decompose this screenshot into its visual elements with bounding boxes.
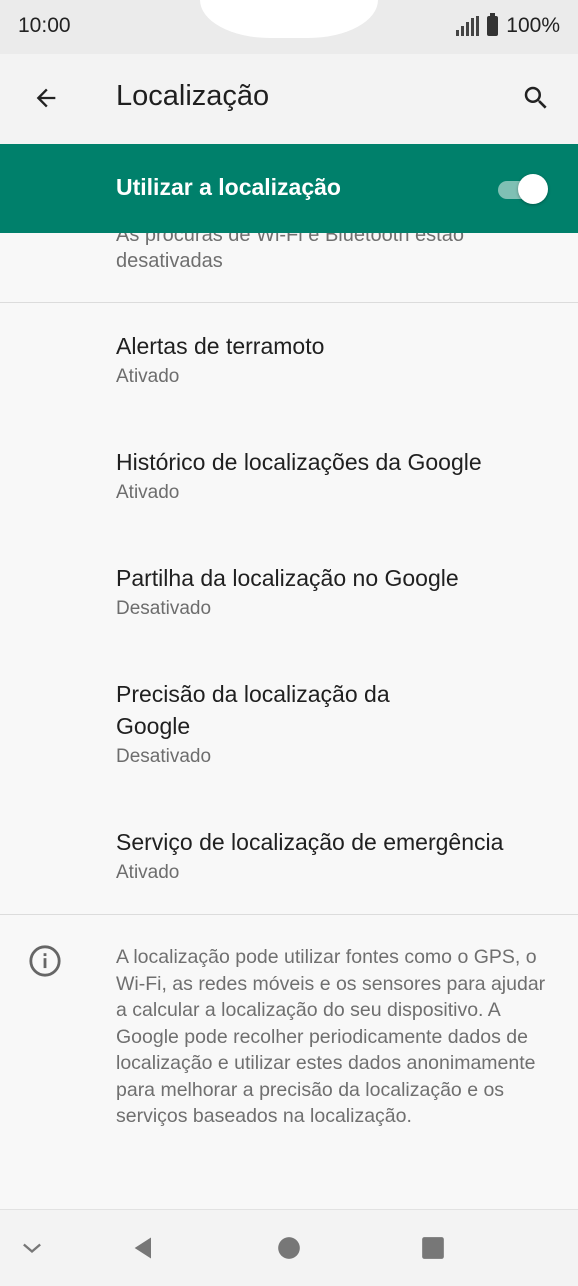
app-bar: Localização bbox=[0, 54, 578, 144]
list-item-emergency-location-service[interactable]: Serviço de localização de emergência Ati… bbox=[116, 826, 566, 886]
page-title: Localização bbox=[116, 80, 270, 112]
list-item-title: Partilha da localização no Google bbox=[116, 565, 459, 591]
list-item-subtitle: Ativado bbox=[116, 862, 180, 883]
list-item-google-location-sharing[interactable]: Partilha da localização no Google Desati… bbox=[116, 562, 556, 622]
list-item-subtitle: Desativado bbox=[116, 598, 212, 619]
list-item-title: Precisão da localização da Google bbox=[116, 681, 390, 739]
location-info-text: A localização pode utilizar fontes como … bbox=[116, 946, 546, 1127]
list-item-title: Serviço de localização de emergência bbox=[116, 829, 504, 855]
info-icon bbox=[29, 945, 61, 977]
arrow-left-icon bbox=[36, 88, 56, 108]
list-item-subtitle: Ativado bbox=[116, 366, 180, 387]
battery-level: 100% bbox=[506, 14, 560, 37]
list-item-title: Histórico de localizações da Google bbox=[116, 449, 482, 475]
back-button[interactable] bbox=[26, 78, 66, 118]
camera-notch bbox=[200, 0, 378, 38]
battery-icon bbox=[487, 13, 499, 36]
list-item-earthquake-alerts[interactable]: Alertas de terramoto Ativado bbox=[116, 330, 556, 390]
nav-collapse-button[interactable] bbox=[12, 1228, 52, 1268]
section-divider bbox=[0, 914, 578, 915]
list-item-title: Alertas de terramoto bbox=[116, 333, 325, 359]
status-time: 10:00 bbox=[18, 14, 71, 37]
square-recents-icon bbox=[422, 1237, 444, 1259]
search-icon bbox=[524, 86, 547, 109]
use-location-label: Utilizar a localização bbox=[116, 174, 341, 200]
list-item-subtitle: Desativado bbox=[116, 746, 212, 767]
nav-back-button[interactable] bbox=[124, 1228, 164, 1268]
signal-icon bbox=[456, 16, 480, 36]
list-item-subtitle: Ativado bbox=[116, 482, 180, 503]
triangle-back-icon bbox=[134, 1237, 151, 1259]
section-divider bbox=[0, 302, 578, 303]
toggle-thumb bbox=[518, 174, 548, 204]
list-item-google-location-history[interactable]: Histórico de localizações da Google Ativ… bbox=[116, 446, 556, 506]
use-location-switch-bar[interactable]: Utilizar a localização bbox=[0, 144, 578, 233]
screen: 10:00 100% Localização Utilizar a locali… bbox=[0, 0, 578, 1286]
list-item-google-location-accuracy[interactable]: Precisão da localização da Google Desati… bbox=[116, 678, 446, 770]
nav-home-button[interactable] bbox=[269, 1228, 309, 1268]
nav-recents-button[interactable] bbox=[413, 1228, 453, 1268]
circle-home-icon bbox=[278, 1237, 300, 1259]
status-indicators: 100% bbox=[456, 13, 560, 38]
use-location-toggle[interactable] bbox=[494, 174, 548, 204]
navigation-bar bbox=[0, 1210, 578, 1286]
status-bar: 10:00 100% bbox=[0, 0, 578, 54]
search-button[interactable] bbox=[516, 78, 556, 118]
chevron-down-icon bbox=[23, 1243, 41, 1254]
